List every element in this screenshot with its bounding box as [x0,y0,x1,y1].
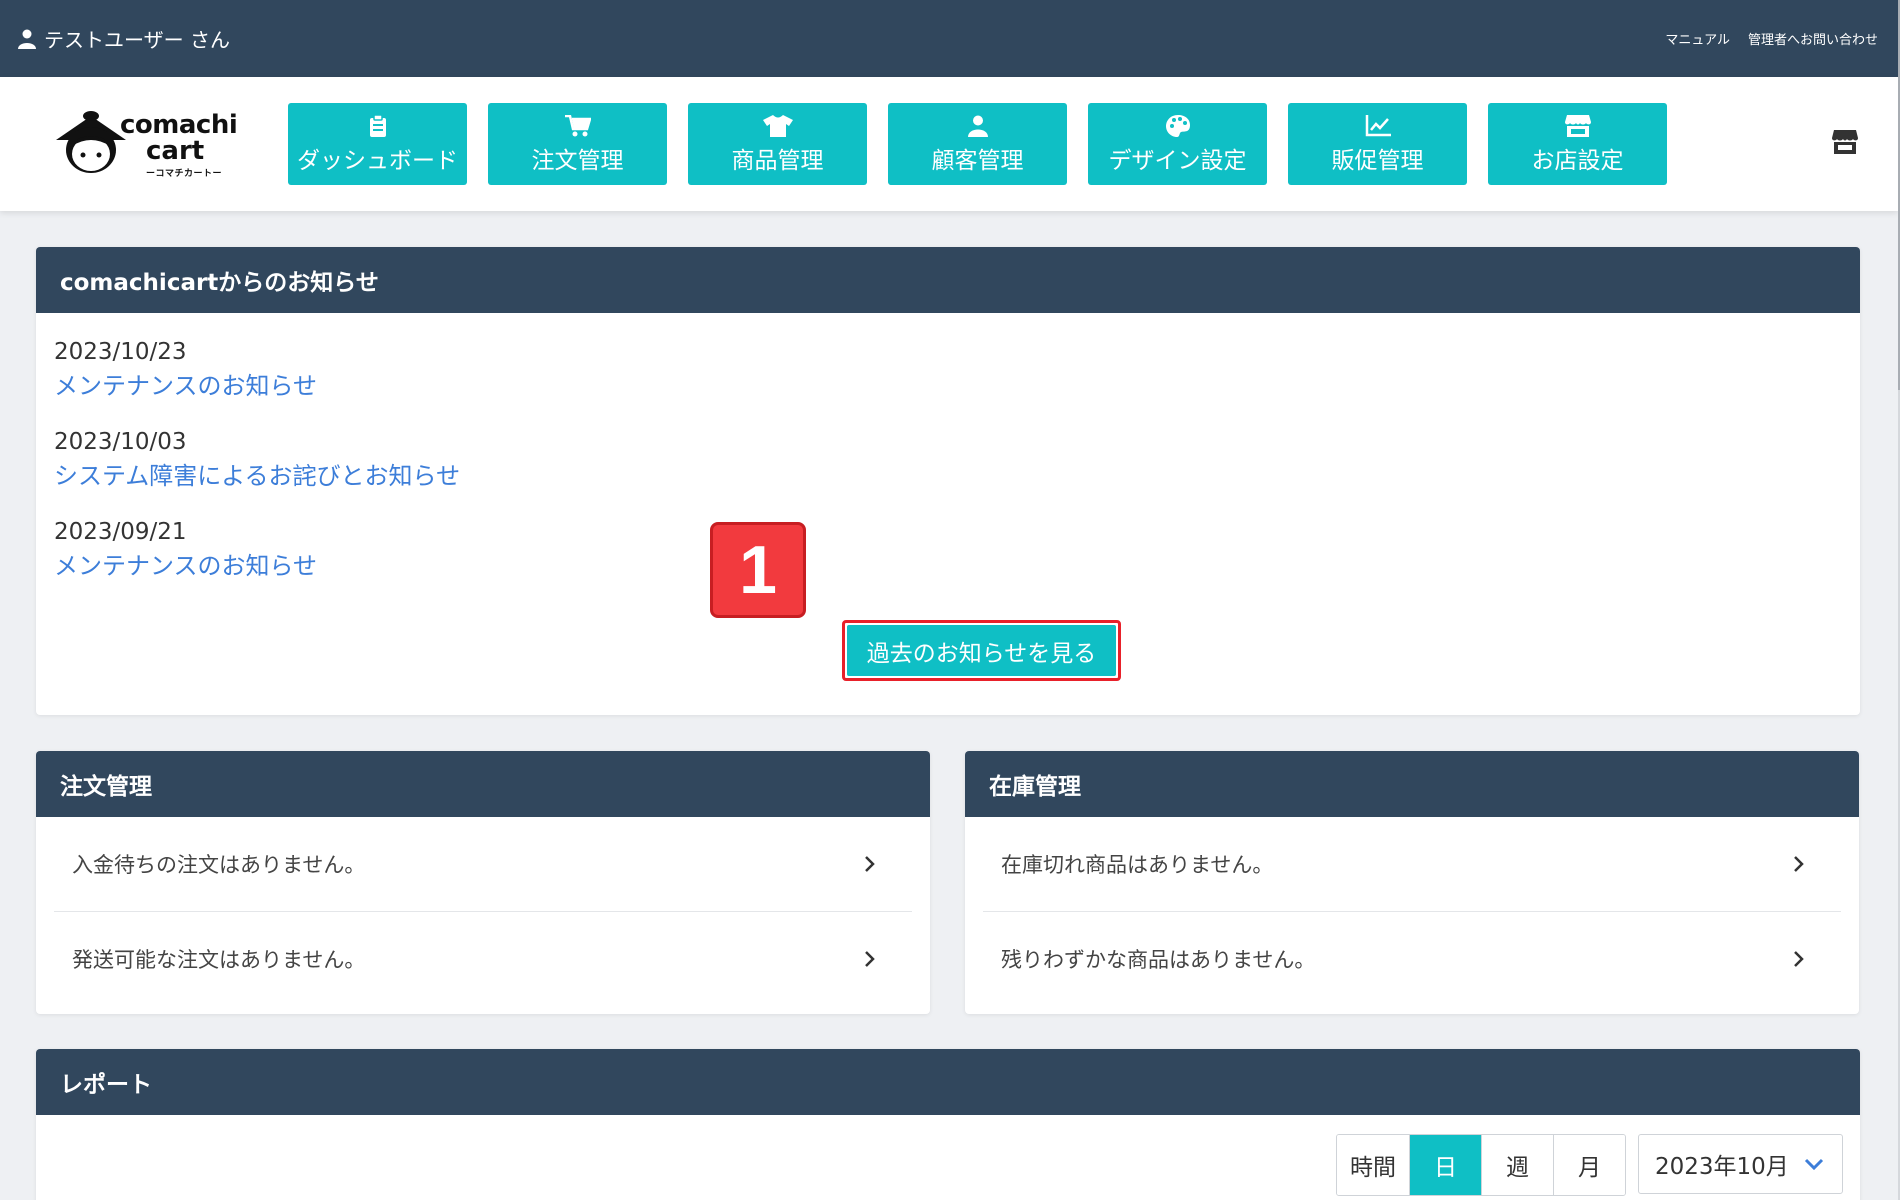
period-toggle: 時間 日 週 月 [1336,1134,1626,1196]
comachicart-logo[interactable]: comachi cart ーコマチカートー [50,110,240,180]
row-text: 在庫切れ商品はありません。 [1001,853,1274,877]
month-select[interactable]: 2023年10月 [1638,1134,1843,1194]
news-link[interactable]: メンテナンスのお知らせ [54,369,1842,403]
logo-word-cart: cart [146,136,205,166]
user-name: テストユーザー さん [44,28,230,52]
orders-title: 注文管理 [36,751,930,817]
stock-row-low-stock[interactable]: 残りわずかな商品はありません。 [983,911,1841,1005]
nav-label: お店設定 [1531,148,1624,174]
chevron-right-icon [1793,950,1805,968]
step-callout-badge: 1 [710,522,806,618]
nav-label: デザイン設定 [1108,148,1247,174]
nav-label: 顧客管理 [931,148,1024,174]
nav-orders[interactable]: 注文管理 [488,103,667,185]
main-nav: ダッシュボード 注文管理 商品管理 顧客管理 デザイン設定 販促管理 お店設定 [288,103,1667,185]
period-month-button[interactable]: 月 [1553,1135,1625,1195]
news-link[interactable]: システム障害によるお詫びとお知らせ [54,459,1842,493]
tshirt-icon [762,113,793,139]
news-link[interactable]: メンテナンスのお知らせ [54,549,1842,583]
order-row-awaiting-payment[interactable]: 入金待ちの注文はありません。 [54,817,912,911]
period-week-button[interactable]: 週 [1481,1135,1553,1195]
palette-icon [1165,113,1190,139]
nav-label: 販促管理 [1331,148,1424,174]
stock-row-out-of-stock[interactable]: 在庫切れ商品はありません。 [983,817,1841,911]
news-date: 2023/10/23 [54,339,187,365]
news-item: 2023/10/23 メンテナンスのお知らせ [54,335,1842,403]
orders-panel: 注文管理 入金待ちの注文はありません。 発送可能な注文はありません。 [36,751,930,1014]
main-header: comachi cart ーコマチカートー ダッシュボード 注文管理 商品管理 [0,77,1898,211]
row-text: 入金待ちの注文はありません。 [72,853,366,877]
news-item: 2023/09/21 メンテナンスのお知らせ [54,515,1842,583]
chevron-right-icon [864,855,876,873]
news-panel: comachicartからのお知らせ 2023/10/23 メンテナンスのお知ら… [36,247,1860,715]
nav-products[interactable]: 商品管理 [688,103,867,185]
cart-icon [564,113,591,139]
news-date: 2023/10/03 [54,429,187,455]
chevron-down-icon [1804,1158,1824,1170]
news-title: comachicartからのお知らせ [36,247,1860,313]
nav-promotion[interactable]: 販促管理 [1288,103,1467,185]
nav-dashboard[interactable]: ダッシュボード [288,103,467,185]
chart-line-icon [1365,113,1391,139]
row-text: 発送可能な注文はありません。 [72,947,366,972]
manual-link[interactable]: マニュアル [1665,29,1730,48]
more-news-wrapper: 過去のお知らせを見る [842,620,1121,681]
report-panel: レポート 時間 日 週 月 2023年10月 [36,1049,1860,1200]
news-list: 2023/10/23 メンテナンスのお知らせ 2023/10/03 システム障害… [36,335,1860,583]
nav-store-settings[interactable]: お店設定 [1488,103,1667,185]
top-bar: テストユーザー さん マニュアル 管理者へお問い合わせ [0,0,1898,77]
user-icon [967,113,988,139]
report-title: レポート [36,1049,1860,1115]
period-day-button[interactable]: 日 [1409,1135,1481,1195]
chevron-right-icon [864,950,876,968]
logo-kana: ーコマチカートー [146,169,223,179]
nav-design[interactable]: デザイン設定 [1088,103,1267,185]
news-item: 2023/10/03 システム障害によるお詫びとお知らせ [54,425,1842,493]
nav-label: 商品管理 [731,148,824,174]
nav-label: 注文管理 [531,148,624,174]
user-menu[interactable]: テストユーザー さん [18,24,230,53]
row-text: 残りわずかな商品はありません。 [1001,947,1316,972]
order-row-shippable[interactable]: 発送可能な注文はありません。 [54,911,912,1005]
storefront-icon[interactable] [1832,130,1858,158]
stock-title: 在庫管理 [965,751,1859,817]
nav-label: ダッシュボード [297,148,458,174]
store-icon [1564,113,1591,139]
chevron-right-icon [1793,855,1805,873]
stock-panel: 在庫管理 在庫切れ商品はありません。 残りわずかな商品はありません。 [965,751,1859,1014]
clipboard-icon [369,113,387,139]
contact-admin-link[interactable]: 管理者へお問い合わせ [1748,29,1878,48]
month-select-value: 2023年10月 [1655,1154,1789,1180]
view-past-news-button[interactable]: 過去のお知らせを見る [842,620,1121,681]
news-date: 2023/09/21 [54,519,187,545]
view-past-news-label: 過去のお知らせを見る [847,625,1116,676]
user-icon [18,29,36,49]
top-links: マニュアル 管理者へお問い合わせ [1665,29,1878,48]
nav-customers[interactable]: 顧客管理 [888,103,1067,185]
period-hour-button[interactable]: 時間 [1337,1135,1409,1195]
